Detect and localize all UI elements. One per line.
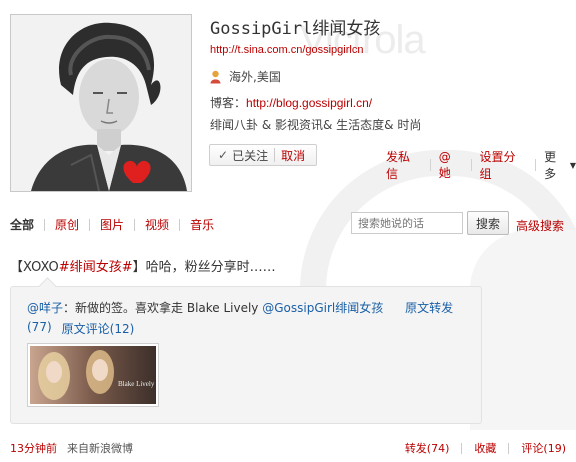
tab-images[interactable]: 图片: [100, 216, 124, 233]
avatar-image: [11, 15, 191, 191]
comment-button[interactable]: 评论(19): [521, 440, 566, 456]
quote-content: @咩子：新做的签。喜欢拿走 Blake Lively @GossipGirl绯闻…: [27, 299, 453, 316]
profile-location: 海外,美国: [210, 68, 281, 85]
quote-mention-link[interactable]: @GossipGirl绯闻女孩: [262, 301, 383, 315]
cancel-follow-button[interactable]: 取消: [281, 147, 305, 164]
quote-text: ：新做的签。喜欢拿走 Blake Lively: [63, 301, 263, 315]
divider: [89, 218, 91, 231]
favorite-button[interactable]: 收藏: [474, 440, 496, 456]
divider: [134, 218, 136, 231]
divider: [461, 442, 463, 454]
quote-meta: (77) 原文评论(12): [27, 320, 134, 337]
more-menu-button[interactable]: 更多 ▼: [544, 148, 576, 182]
blog-link[interactable]: http://blog.gossipgirl.cn/: [246, 96, 372, 110]
followed-label: 已关注: [232, 148, 269, 163]
check-icon: ✓: [218, 148, 229, 162]
profile-name: GossipGirl绯闻女孩: [210, 19, 381, 39]
original-forward-count[interactable]: (77): [27, 320, 52, 337]
feed-filter-tabs: 全部 原创 图片 视频 音乐: [10, 216, 214, 233]
post-time[interactable]: 13分钟前: [10, 442, 57, 455]
tab-all[interactable]: 全部: [10, 216, 34, 233]
topic-link[interactable]: #绯闻女孩#: [59, 260, 133, 275]
advanced-search-link[interactable]: 高级搜索: [516, 217, 564, 234]
location-text: 海外,美国: [229, 70, 281, 84]
post-prefix: 【XOXO: [10, 260, 59, 275]
background-shape: [470, 230, 576, 430]
divider: [44, 218, 46, 231]
post-suffix: 】哈哈，粉丝分享时……: [132, 260, 276, 275]
thumbnail-image: Blake Lively: [30, 346, 156, 404]
post-footer: 13分钟前 来自新浪微博 转发(74) 收藏 评论(19): [10, 440, 566, 456]
search-button[interactable]: 搜索: [467, 211, 509, 235]
search-input[interactable]: [351, 212, 463, 234]
post-source: 来自新浪微博: [67, 442, 133, 455]
location-user-icon: [210, 70, 221, 84]
forward-button[interactable]: 转发(74): [405, 440, 450, 456]
original-forward-link[interactable]: 原文转发: [405, 301, 453, 315]
quote-user-link[interactable]: @咩子: [27, 301, 63, 315]
divider: [179, 218, 181, 231]
divider: [429, 159, 431, 171]
profile-actions: 发私信 @她 设置分组 更多 ▼: [386, 148, 576, 182]
thumbnail-caption: Blake Lively: [118, 380, 155, 388]
divider: [535, 159, 537, 171]
tab-music[interactable]: 音乐: [190, 216, 214, 233]
profile-blog: 博客：http://blog.gossipgirl.cn/: [210, 94, 372, 111]
mention-her-button[interactable]: @她: [439, 150, 463, 181]
tab-original[interactable]: 原创: [55, 216, 79, 233]
profile-avatar[interactable]: [10, 14, 192, 192]
divider: [274, 148, 276, 162]
more-label: 更多: [544, 150, 557, 181]
quote-pointer: [38, 277, 57, 296]
post-actions: 转发(74) 收藏 评论(19): [405, 440, 566, 456]
tab-video[interactable]: 视频: [145, 216, 169, 233]
quote-image-thumbnail[interactable]: Blake Lively: [27, 343, 159, 407]
set-group-button[interactable]: 设置分组: [479, 148, 527, 182]
divider: [470, 159, 472, 171]
blog-label: 博客：: [210, 96, 247, 110]
follow-status: ✓ 已关注 取消: [209, 144, 317, 166]
profile-tags: 绯闻八卦 & 影视资讯& 生活态度& 时尚: [210, 118, 422, 132]
profile-url[interactable]: http://t.sina.com.cn/gossipgirlcn: [210, 44, 363, 56]
divider: [508, 442, 510, 454]
original-comment-link[interactable]: 原文评论(12): [62, 320, 135, 337]
quoted-post: @咩子：新做的签。喜欢拿走 Blake Lively @GossipGirl绯闻…: [10, 277, 482, 424]
post-text: 【XOXO#绯闻女孩#】哈哈，粉丝分享时……: [10, 256, 276, 275]
chevron-down-icon: ▼: [569, 160, 576, 170]
send-message-button[interactable]: 发私信: [386, 148, 422, 182]
